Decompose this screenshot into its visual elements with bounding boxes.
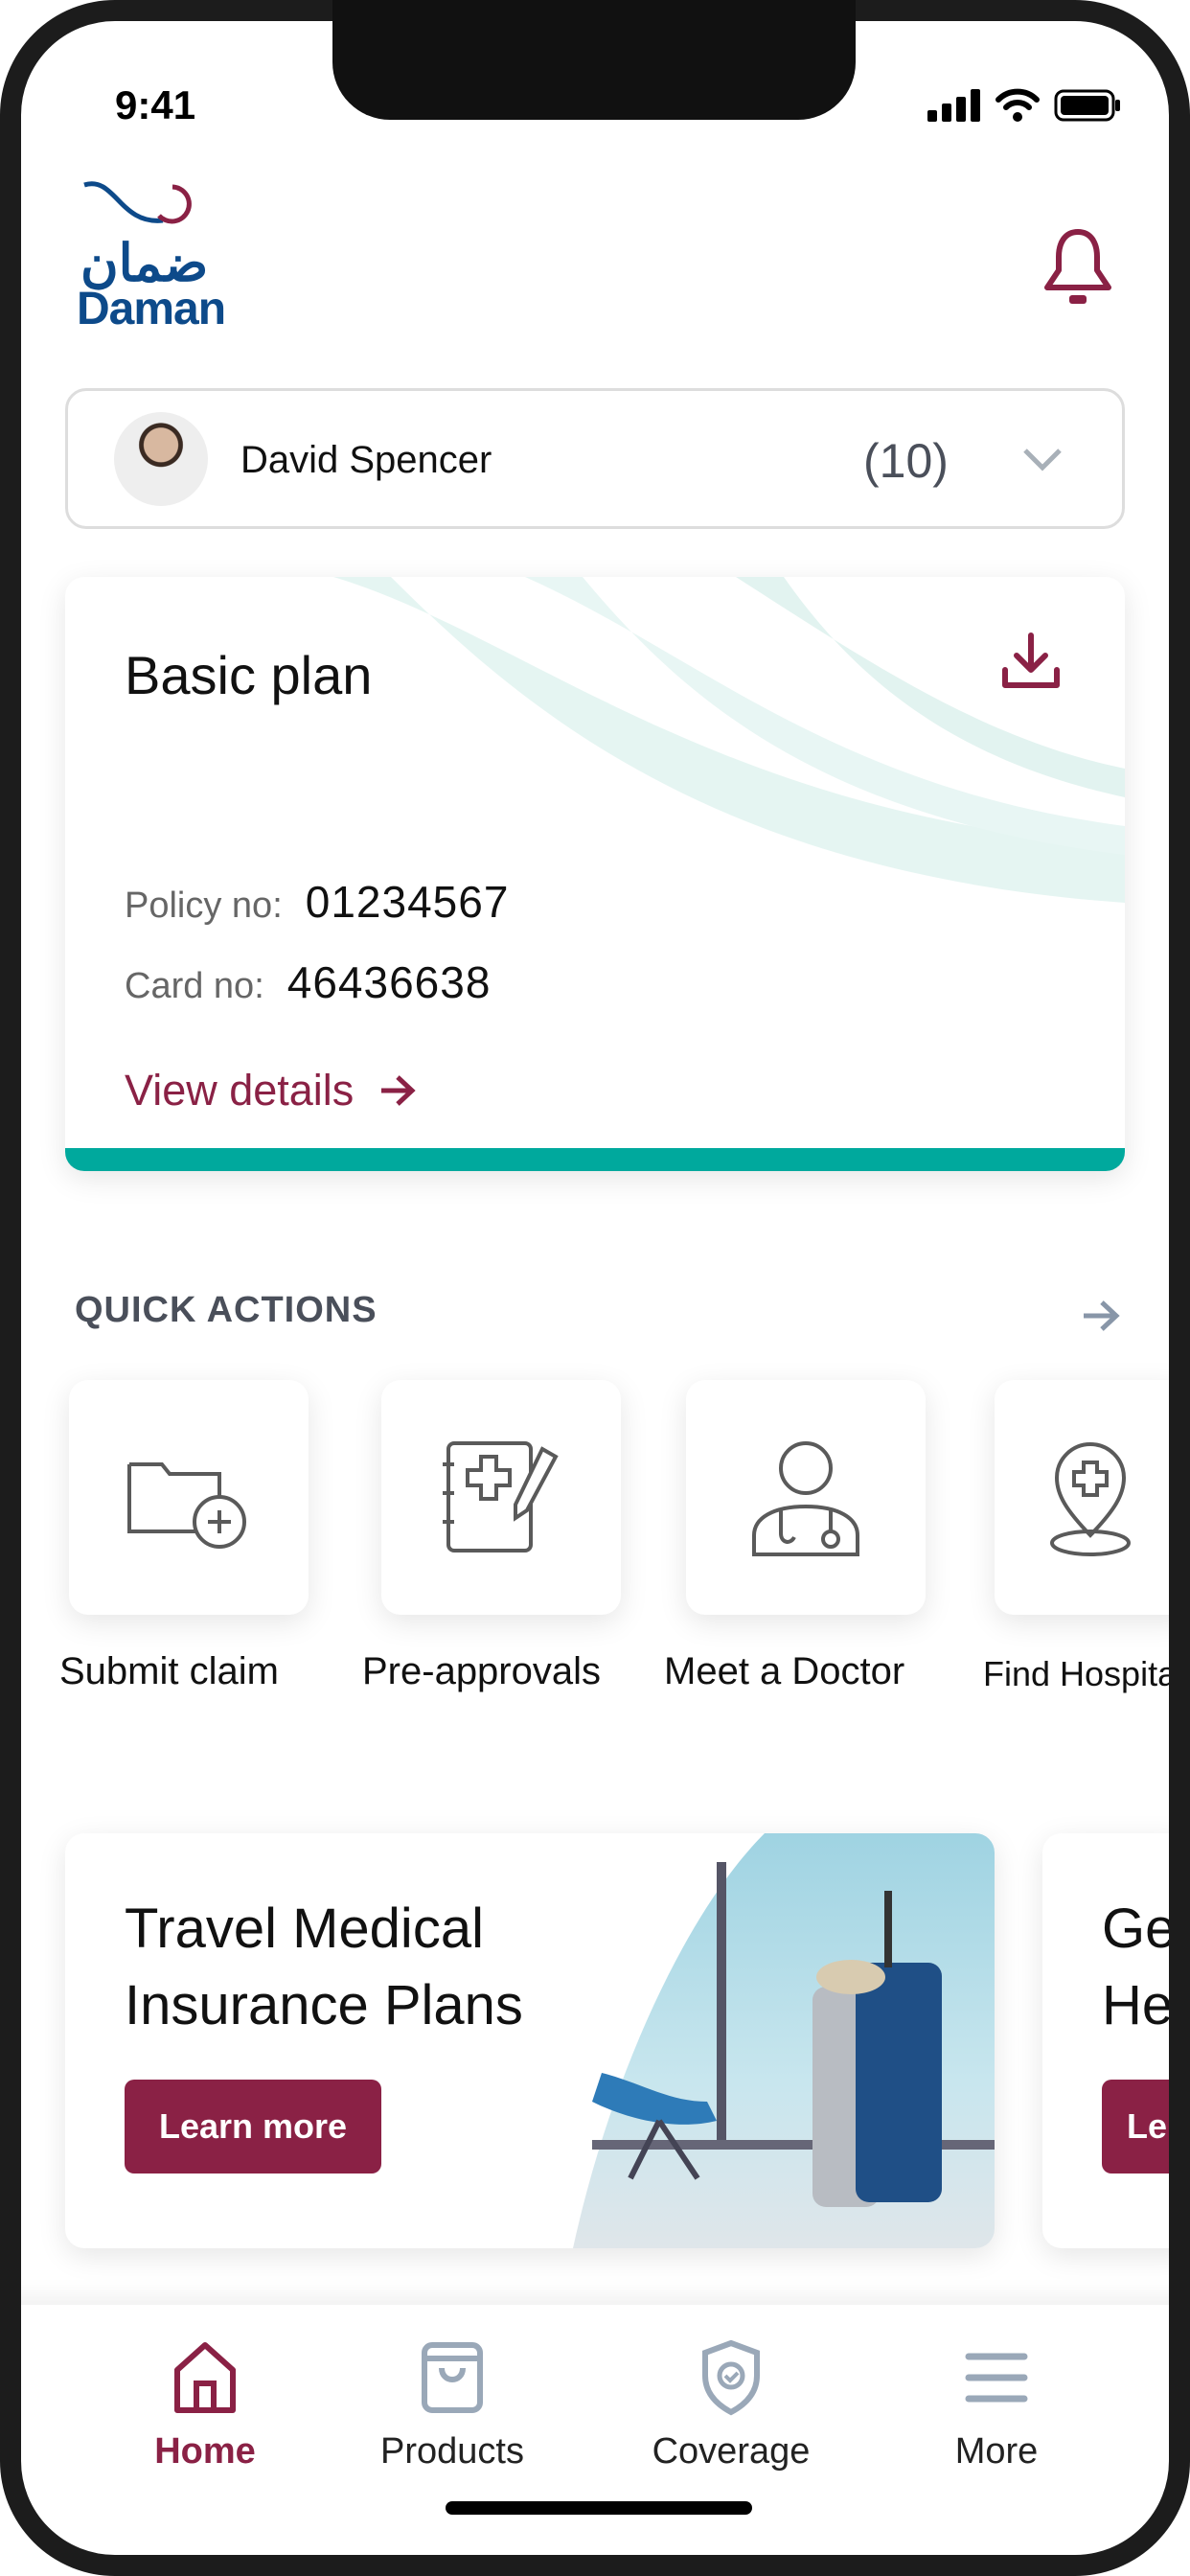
quick-action-label: Pre-approvals <box>362 1650 602 1692</box>
quick-action-pre-approvals[interactable] <box>381 1380 621 1615</box>
banner-title: Travel Medical Insurance Plans <box>125 1898 523 2036</box>
learn-more-button[interactable]: Learn more <box>125 2080 381 2174</box>
quick-actions-title: QUICK ACTIONS <box>75 1290 378 1330</box>
plan-accent-bar <box>65 1148 1125 1171</box>
quick-action-label: Meet a Doctor <box>664 1650 905 1692</box>
card-number: 46436638 <box>286 957 492 1007</box>
travel-luggage-image <box>573 1833 995 2248</box>
logo-wave-icon <box>83 181 192 224</box>
banner-travel-insurance[interactable]: Travel Medical Insurance Plans Learn more <box>65 1833 995 2248</box>
card-row: Card no: 46436638 <box>125 957 492 1007</box>
status-time: 9:41 <box>115 82 196 127</box>
member-name: David Spencer <box>240 439 492 481</box>
doctor-icon <box>752 1440 859 1556</box>
download-icon[interactable] <box>999 630 1063 693</box>
plan-card-wave-decoration <box>333 577 1125 903</box>
nav-more[interactable]: More <box>901 2339 1092 2472</box>
nav-coverage[interactable]: Coverage <box>635 2339 827 2472</box>
banner-title: Ge He <box>1102 1898 1177 2036</box>
quick-action-label: Submit claim <box>59 1650 279 1692</box>
view-details-link[interactable]: View details <box>125 1066 417 1116</box>
arrow-right-icon <box>381 1075 416 1106</box>
policy-number: 01234567 <box>305 877 510 927</box>
status-icons <box>927 88 1121 123</box>
nav-home[interactable]: Home <box>109 2339 301 2472</box>
banner-next[interactable]: Ge He Le <box>1042 1833 1188 2248</box>
quick-action-label: Find Hospital <box>983 1654 1185 1693</box>
member-selector[interactable]: David Spencer (10) <box>65 388 1125 529</box>
quick-action-meet-doctor[interactable] <box>686 1380 926 1615</box>
folder-plus-icon <box>127 1461 246 1549</box>
shopping-bag-icon <box>422 2342 483 2413</box>
signal-icon <box>927 89 980 122</box>
daman-logo: ضمان Daman <box>77 177 268 333</box>
quick-actions-arrow-icon[interactable] <box>1081 1298 1121 1334</box>
menu-icon <box>965 2353 1028 2403</box>
quick-action-submit-claim[interactable] <box>69 1380 309 1615</box>
quick-action-find-hospital[interactable] <box>995 1380 1186 1615</box>
location-plus-icon <box>1050 1441 1131 1556</box>
plan-card: Basic plan Policy no: 01234567 Card no: 46… <box>65 577 1125 1171</box>
device-notch <box>332 0 856 120</box>
bell-icon[interactable] <box>1042 228 1113 309</box>
policy-row: Policy no: 01234567 <box>125 877 510 927</box>
home-indicator <box>446 2501 752 2515</box>
bottom-nav: Home Products Coverage More <box>0 2305 1190 2576</box>
avatar <box>114 412 208 506</box>
home-icon <box>174 2342 236 2413</box>
nav-products[interactable]: Products <box>356 2339 548 2472</box>
chevron-down-icon <box>1023 448 1062 472</box>
battery-icon <box>1054 89 1120 122</box>
document-medical-pen-icon <box>443 1440 559 1552</box>
member-count: (10) <box>863 434 949 488</box>
plan-title: Basic plan <box>125 645 373 705</box>
wifi-icon <box>995 88 1040 122</box>
shield-check-icon <box>702 2339 760 2416</box>
learn-more-button[interactable]: Le <box>1102 2080 1188 2174</box>
